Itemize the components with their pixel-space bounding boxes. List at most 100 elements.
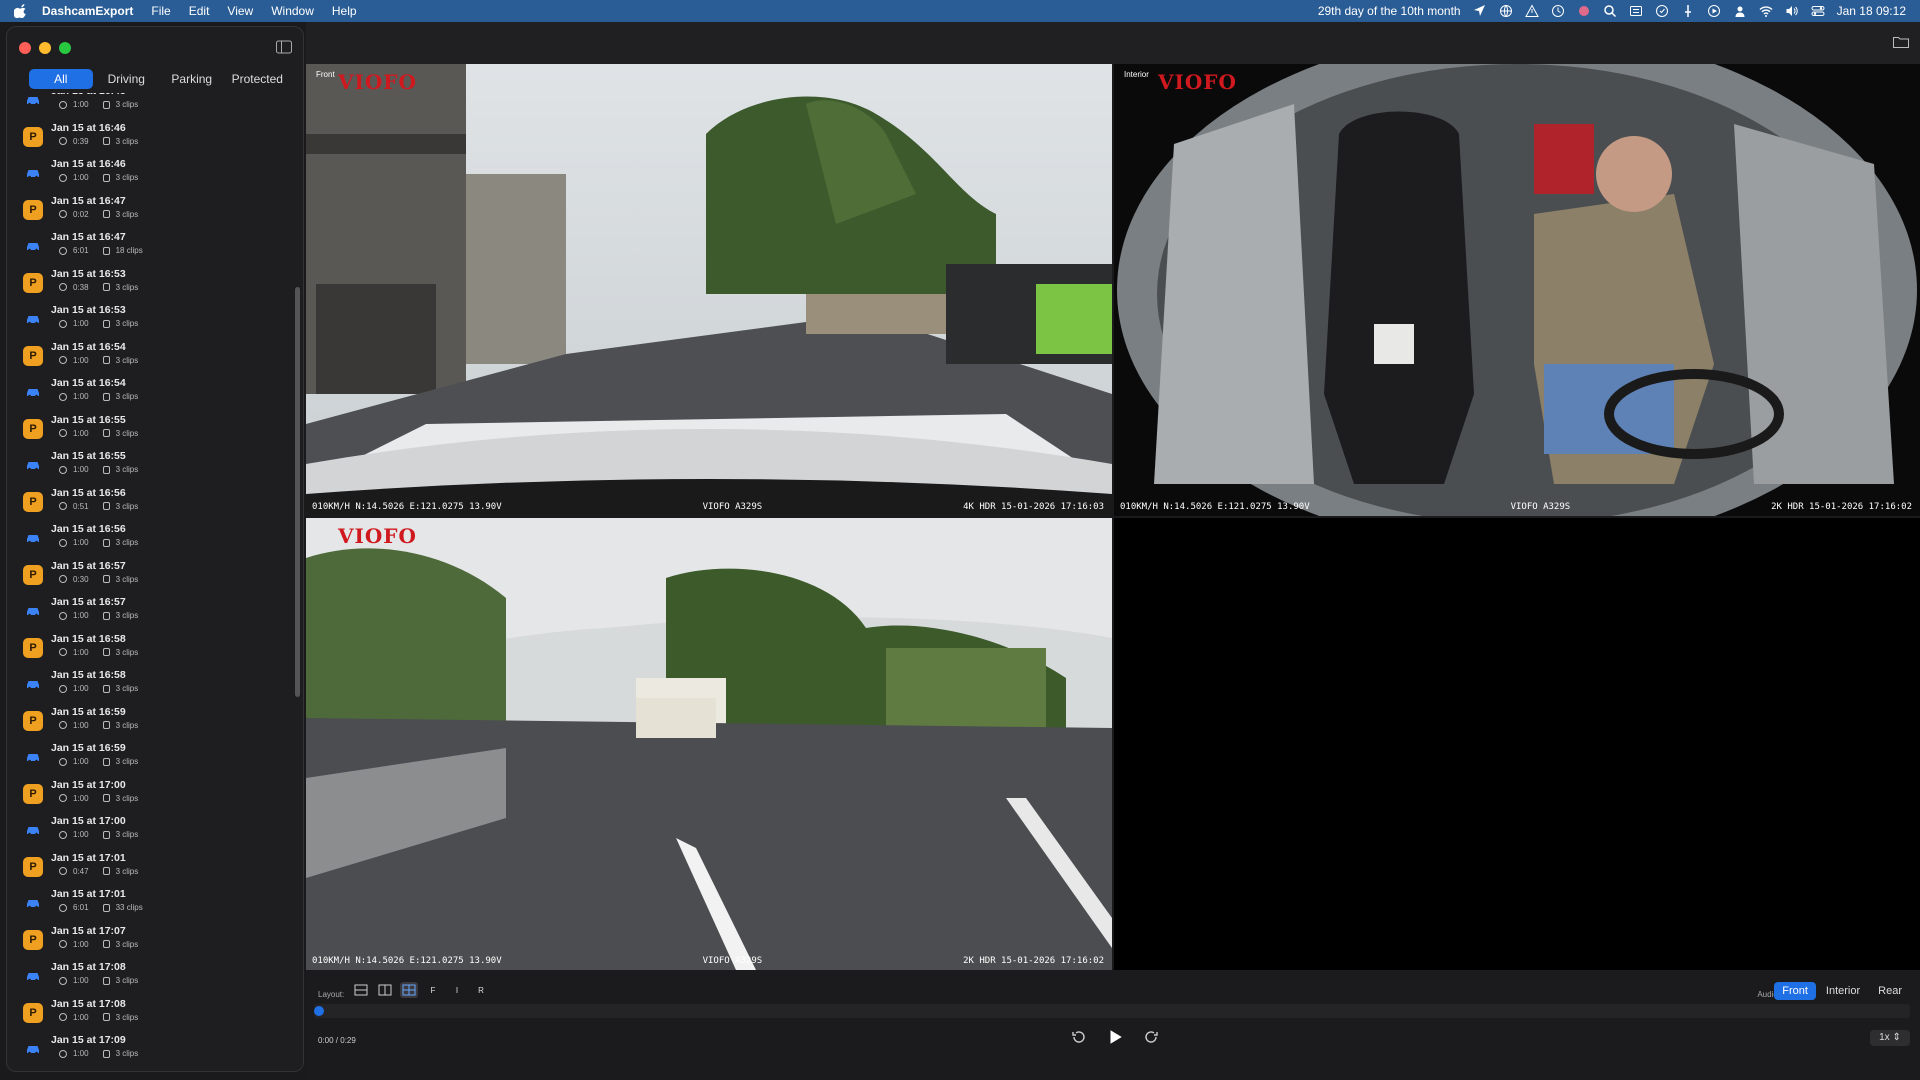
interior-brand-logo: VIOFO (1158, 70, 1237, 94)
menubar-clock[interactable]: Jan 18 09:12 (1837, 4, 1906, 18)
skip-forward-button[interactable] (1142, 1028, 1160, 1046)
calendar-date-text[interactable]: 29th day of the 10th month (1318, 4, 1461, 18)
menu-edit[interactable]: Edit (189, 4, 210, 18)
recording-list-item[interactable]: P Jan 15 at 17:08 1:00 3 clips (7, 996, 303, 1032)
warning-icon[interactable] (1524, 4, 1539, 18)
recording-list-item[interactable]: Jan 15 at 16:55 1:00 3 clips (7, 448, 303, 484)
apple-icon[interactable] (13, 4, 28, 19)
recording-list-item[interactable]: Jan 15 at 17:00 1:00 3 clips (7, 813, 303, 849)
recording-clip-count: 3 clips (115, 757, 139, 766)
filter-parking-tab[interactable]: Parking (160, 69, 224, 89)
recording-list-item[interactable]: P Jan 15 at 16:54 1:00 3 clips (7, 339, 303, 375)
layout-front-button[interactable]: F (424, 982, 442, 998)
filter-protected-tab[interactable]: Protected (226, 69, 290, 89)
recording-list-item[interactable]: Jan 15 at 17:08 1:00 3 clips (7, 959, 303, 995)
skip-back-button[interactable] (1070, 1028, 1088, 1046)
recording-meta: 1:00 3 clips (59, 429, 138, 438)
recording-list-item[interactable]: P Jan 15 at 16:47 0:02 3 clips (7, 193, 303, 229)
recording-title: Jan 15 at 16:56 (51, 523, 126, 535)
network-globe-icon[interactable] (1499, 4, 1513, 18)
recording-duration: 1:00 (73, 976, 89, 985)
clock-icon (59, 867, 67, 875)
recording-list-item[interactable]: P Jan 15 at 17:01 0:47 3 clips (7, 850, 303, 886)
minimize-window-button[interactable] (39, 42, 51, 54)
recording-list-item[interactable]: Jan 15 at 16:57 1:00 3 clips (7, 594, 303, 630)
car-icon (23, 163, 43, 183)
clock-icon (59, 721, 67, 729)
app-menu[interactable]: DashcamExport (42, 4, 133, 18)
menu-help[interactable]: Help (332, 4, 357, 18)
recording-list-item[interactable]: P Jan 15 at 16:46 0:39 3 clips (7, 120, 303, 156)
filter-driving-tab[interactable]: Driving (95, 69, 159, 89)
layout-grid-button[interactable] (400, 982, 418, 998)
recording-list-item[interactable]: P Jan 15 at 16:57 0:30 3 clips (7, 558, 303, 594)
recording-list-item[interactable]: P Jan 15 at 17:00 1:00 3 clips (7, 777, 303, 813)
clock-icon (59, 210, 67, 218)
recording-list-item[interactable]: Jan 15 at 17:01 6:01 33 clips (7, 886, 303, 922)
recording-list-item[interactable]: Jan 15 at 16:58 1:00 3 clips (7, 667, 303, 703)
play-circle-icon[interactable] (1707, 4, 1721, 18)
playback-controls: Layout: F I R Audio: Front Interior Rear… (306, 970, 1920, 1080)
recording-list-item[interactable]: Jan 15 at 17:09 1:00 3 clips (7, 1032, 303, 1068)
sidebar-toggle-icon[interactable] (275, 39, 293, 55)
location-icon[interactable] (1473, 4, 1487, 18)
parking-icon: P (23, 199, 43, 220)
recording-list-item[interactable]: P Jan 15 at 16:59 1:00 3 clips (7, 704, 303, 740)
rear-camera-view[interactable]: VIOFO 010KM/H N:14.5026 E:121.0275 13.90… (306, 518, 1112, 970)
folder-icon[interactable] (1892, 34, 1910, 50)
playhead-knob[interactable] (314, 1006, 324, 1016)
front-camera-view[interactable]: Front VIOFO 010KM/H N:14.5026 E:121.0275… (306, 64, 1112, 516)
car-icon (23, 893, 43, 913)
control-center-icon[interactable] (1811, 4, 1825, 18)
user-icon[interactable] (1733, 4, 1747, 18)
display-icon[interactable] (1629, 4, 1643, 18)
recording-list-item[interactable]: Jan 15 at 16:56 1:00 3 clips (7, 521, 303, 557)
recording-title: Jan 15 at 16:56 (51, 486, 126, 499)
layout-stacked-button[interactable] (352, 982, 370, 998)
menu-file[interactable]: File (151, 4, 170, 18)
recording-list-item[interactable]: P Jan 15 at 16:56 0:51 3 clips (7, 485, 303, 521)
record-dot-icon[interactable] (1577, 4, 1591, 18)
interior-camera-view[interactable]: Interior VIOFO 010KM/H N:14.5026 E:121.0… (1114, 64, 1920, 516)
audio-interior-button[interactable]: Interior (1818, 982, 1868, 1000)
recording-list[interactable]: Jan 15 at 16:45 1:00 3 clips P Jan 15 at 16:… (7, 93, 303, 1072)
clock-icon (59, 356, 67, 364)
recording-list-item[interactable]: P Jan 15 at 16:55 1:00 3 clips (7, 412, 303, 448)
zoom-window-button[interactable] (59, 42, 71, 54)
recording-list-item[interactable]: PJan 15 at 17:09 (7, 1069, 303, 1072)
sidebar-scrollbar[interactable] (295, 287, 300, 697)
recording-list-item[interactable]: Jan 15 at 16:45 1:00 3 clips (7, 93, 303, 119)
recording-list-item[interactable]: Jan 15 at 16:53 1:00 3 clips (7, 302, 303, 338)
recording-list-item[interactable]: P Jan 15 at 16:53 0:38 3 clips (7, 266, 303, 302)
search-icon[interactable] (1603, 4, 1617, 18)
audio-front-button[interactable]: Front (1774, 982, 1816, 1000)
recording-list-item[interactable]: Jan 15 at 16:59 1:00 3 clips (7, 740, 303, 776)
layout-side-by-side-button[interactable] (376, 982, 394, 998)
playback-speed-select[interactable]: 1x ⇕ (1870, 1030, 1910, 1046)
recording-list-item[interactable]: P Jan 15 at 16:58 1:00 3 clips (7, 631, 303, 667)
audio-rear-button[interactable]: Rear (1870, 982, 1910, 1000)
clips-icon (102, 465, 110, 474)
layout-rear-button[interactable]: R (472, 982, 490, 998)
recording-clip-count: 3 clips (115, 976, 139, 985)
menu-window[interactable]: Window (271, 4, 314, 18)
play-button[interactable] (1106, 1028, 1124, 1046)
car-icon (23, 747, 43, 767)
clips-icon (102, 210, 110, 218)
pin-icon[interactable] (1681, 4, 1695, 18)
recording-list-item[interactable]: P Jan 15 at 17:07 1:00 3 clips (7, 923, 303, 959)
parking-icon: P (23, 272, 43, 293)
time-machine-icon[interactable] (1551, 4, 1565, 18)
wifi-icon[interactable] (1759, 4, 1773, 18)
recording-title: Jan 15 at 16:55 (51, 413, 126, 426)
shield-icon[interactable] (1655, 4, 1669, 18)
layout-interior-button[interactable]: I (448, 982, 466, 998)
recording-list-item[interactable]: Jan 15 at 16:54 1:00 3 clips (7, 375, 303, 411)
filter-all-tab[interactable]: All (29, 69, 93, 89)
close-window-button[interactable] (19, 42, 31, 54)
recording-list-item[interactable]: Jan 15 at 16:47 6:01 18 clips (7, 229, 303, 265)
recording-list-item[interactable]: Jan 15 at 16:46 1:00 3 clips (7, 156, 303, 192)
volume-icon[interactable] (1785, 4, 1799, 18)
timeline-scrubber[interactable] (314, 1004, 1910, 1018)
menu-view[interactable]: View (227, 4, 253, 18)
